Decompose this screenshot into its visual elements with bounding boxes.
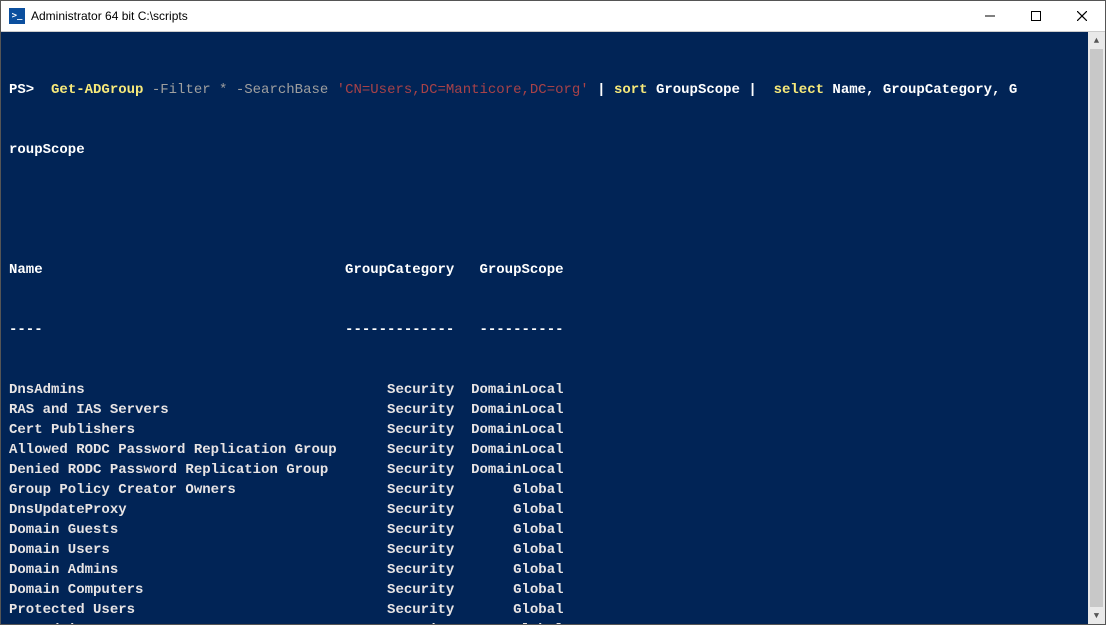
powershell-window: >_ Administrator 64 bit C:\scripts PS> G…: [0, 0, 1106, 625]
table-row: Key Admins Security Global: [9, 620, 1097, 624]
console-area[interactable]: PS> Get-ADGroup -Filter * -SearchBase 'C…: [1, 32, 1105, 624]
table-header-dashes: ---- ------------- ----------: [9, 320, 1097, 340]
minimize-button[interactable]: [967, 1, 1013, 31]
sort-arg: GroupScope: [648, 82, 749, 98]
command-line-1: PS> Get-ADGroup -Filter * -SearchBase 'C…: [9, 80, 1097, 100]
table-row: DnsUpdateProxy Security Global: [9, 500, 1097, 520]
select-keyword: select: [774, 82, 824, 98]
cmdlet-name: Get-ADGroup: [51, 82, 143, 98]
table-row: Group Policy Creator Owners Security Glo…: [9, 480, 1097, 500]
window-title: Administrator 64 bit C:\scripts: [31, 9, 188, 23]
table-row: Domain Computers Security Global: [9, 580, 1097, 600]
table-row: Domain Admins Security Global: [9, 560, 1097, 580]
command-wrap: roupScope: [9, 142, 85, 158]
minimize-icon: [985, 11, 995, 21]
pipe-1: |: [589, 82, 614, 98]
table-row: DnsAdmins Security DomainLocal: [9, 380, 1097, 400]
maximize-icon: [1031, 11, 1041, 21]
close-button[interactable]: [1059, 1, 1105, 31]
table-row: Allowed RODC Password Replication Group …: [9, 440, 1097, 460]
scroll-up-arrow-icon[interactable]: ▲: [1088, 32, 1105, 49]
pipe-2: |: [748, 82, 773, 98]
scroll-down-arrow-icon[interactable]: ▼: [1088, 607, 1105, 624]
table-row: Cert Publishers Security DomainLocal: [9, 420, 1097, 440]
table-row: Protected Users Security Global: [9, 600, 1097, 620]
sort-keyword: sort: [614, 82, 648, 98]
table-header: Name GroupCategory GroupScope: [9, 260, 1097, 280]
table-row: Denied RODC Password Replication Group S…: [9, 460, 1097, 480]
select-args: Name, GroupCategory, G: [824, 82, 1017, 98]
powershell-icon: >_: [9, 8, 25, 24]
title-bar[interactable]: >_ Administrator 64 bit C:\scripts: [1, 1, 1105, 32]
command-line-2: roupScope: [9, 140, 1097, 160]
close-icon: [1077, 11, 1087, 21]
vertical-scrollbar[interactable]: ▲ ▼: [1088, 32, 1105, 624]
string-literal: 'CN=Users,DC=Manticore,DC=org': [337, 82, 589, 98]
cmdlet-params: -Filter * -SearchBase: [143, 82, 336, 98]
scrollbar-track[interactable]: [1088, 49, 1105, 607]
maximize-button[interactable]: [1013, 1, 1059, 31]
table-body: DnsAdmins Security DomainLocalRAS and IA…: [9, 380, 1097, 624]
scrollbar-thumb[interactable]: [1090, 49, 1103, 607]
prompt: PS>: [9, 82, 43, 98]
table-row: Domain Users Security Global: [9, 540, 1097, 560]
blank-line: [9, 200, 1097, 220]
table-row: Domain Guests Security Global: [9, 520, 1097, 540]
table-row: RAS and IAS Servers Security DomainLocal: [9, 400, 1097, 420]
